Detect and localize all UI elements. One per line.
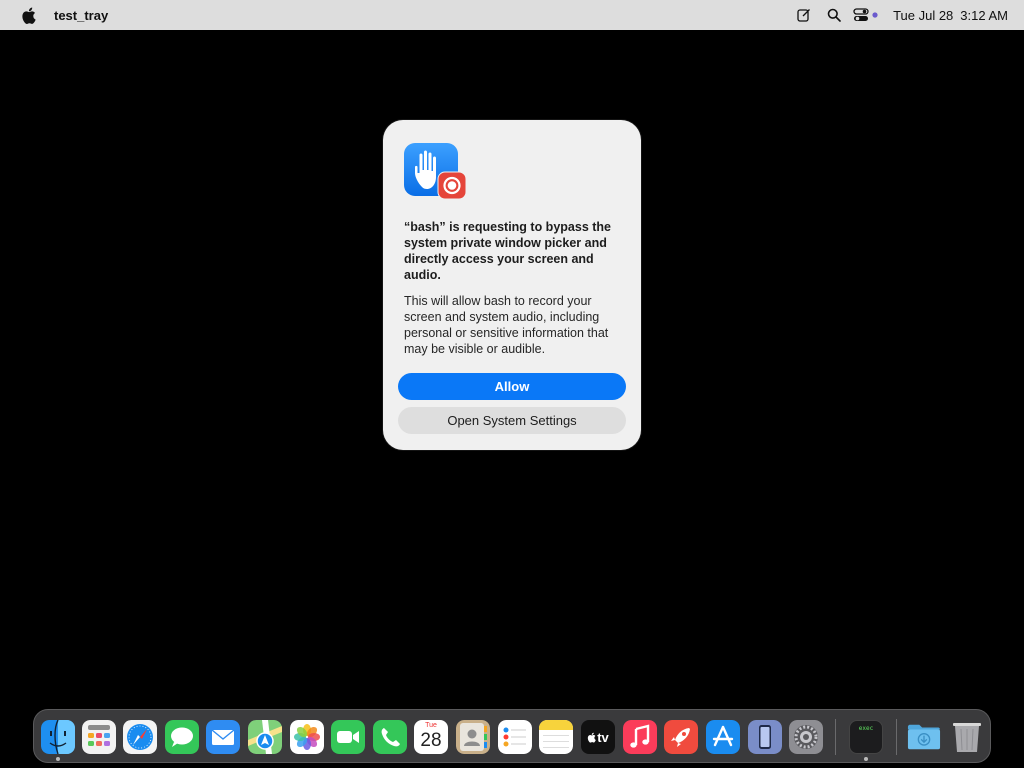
music-dock-icon[interactable] — [623, 720, 657, 754]
search-icon[interactable] — [819, 4, 849, 26]
maps-dock-icon[interactable] — [248, 720, 282, 754]
finder-dock-icon[interactable] — [41, 720, 75, 754]
menu-clock[interactable]: Tue Jul 28 3:12 AM — [893, 8, 1008, 23]
safari-dock-icon[interactable] — [123, 720, 157, 754]
calendar-dock-icon[interactable]: Tue 28 — [414, 720, 448, 754]
menu-extras: Tue Jul 28 3:12 AM — [789, 4, 1008, 26]
menu-bar: test_tray Tue Jul 28 3:12 AM — [0, 0, 1024, 30]
downloads-folder-dock-icon[interactable] — [907, 720, 941, 754]
dock-separator — [835, 719, 836, 755]
menu-date: Tue Jul 28 — [893, 7, 954, 23]
launchpad-dock-icon[interactable] — [82, 720, 116, 754]
finder-running-indicator — [56, 757, 60, 761]
system-settings-dock-icon[interactable] — [789, 720, 823, 754]
apple-tv-logo-icon — [588, 732, 596, 743]
facetime-dock-icon[interactable] — [331, 720, 365, 754]
screen-recording-permission-dialog: “bash” is requesting to bypass the syste… — [383, 120, 641, 450]
mail-dock-icon[interactable] — [206, 720, 240, 754]
app-store-dock-icon[interactable] — [706, 720, 740, 754]
dialog-message: This will allow bash to record your scre… — [404, 294, 609, 356]
menu-time: 3:12 AM — [960, 7, 1008, 23]
tv-dock-icon[interactable]: tv — [581, 720, 615, 754]
rocket-dock-icon[interactable] — [664, 720, 698, 754]
dock-separator-2 — [896, 719, 897, 755]
exec-label: exec — [858, 725, 874, 732]
apple-logo-icon — [21, 7, 36, 24]
apple-menu[interactable] — [18, 5, 38, 25]
tv-label: tv — [597, 729, 609, 745]
exec-dock-icon[interactable]: exec — [849, 720, 883, 754]
calendar-month: Tue — [425, 722, 437, 729]
notes-dock-icon[interactable] — [539, 720, 573, 754]
iphone-mirroring-dock-icon[interactable] — [748, 720, 782, 754]
privacy-hand-icon — [404, 143, 467, 200]
calendar-day: 28 — [420, 730, 442, 751]
photos-dock-icon[interactable] — [290, 720, 324, 754]
dock: Tue 28 tv exec — [33, 709, 991, 763]
reminders-dock-icon[interactable] — [498, 720, 532, 754]
control-center-icon[interactable] — [849, 4, 883, 26]
allow-button[interactable]: Allow — [398, 373, 626, 400]
compose-icon[interactable] — [789, 4, 819, 26]
exec-running-indicator — [864, 757, 868, 761]
phone-dock-icon[interactable] — [373, 720, 407, 754]
contacts-dock-icon[interactable] — [456, 720, 490, 754]
dialog-title: “bash” is requesting to bypass the syste… — [404, 220, 611, 282]
messages-dock-icon[interactable] — [165, 720, 199, 754]
app-name[interactable]: test_tray — [54, 8, 108, 23]
trash-dock-icon[interactable] — [950, 720, 984, 754]
open-system-settings-button[interactable]: Open System Settings — [398, 407, 626, 434]
